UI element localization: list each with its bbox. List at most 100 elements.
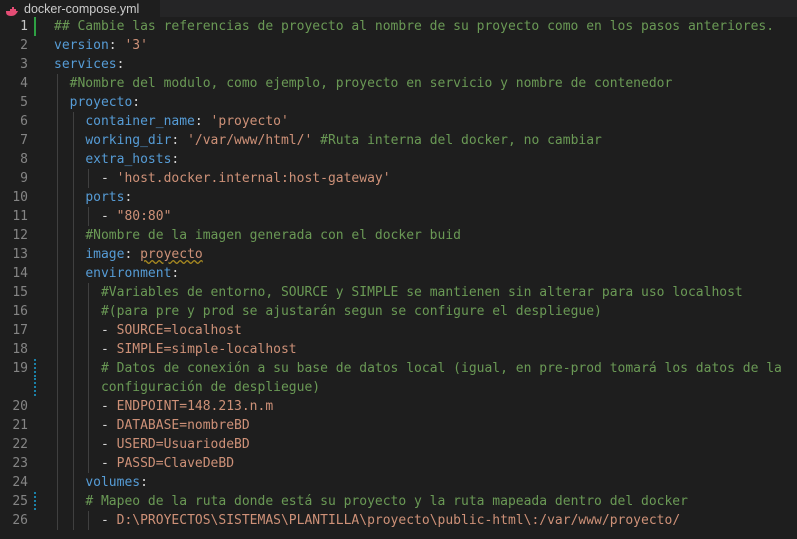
line-number: 1 (20, 19, 28, 34)
code-line[interactable]: 20 - ENDPOINT=148.213.n.m (0, 397, 797, 416)
line-number: 2 (20, 38, 28, 53)
code-line[interactable]: configuración de despliegue) (0, 378, 797, 397)
code-token: - (54, 456, 117, 471)
code-text: - DATABASE=nombreBD (54, 416, 250, 435)
code-token: configuración de despliegue) (100, 380, 321, 395)
code-token: : (124, 247, 141, 262)
code-token: # Datos de conexión a su base de datos l… (100, 361, 782, 376)
code-token: USERD=UsuariodeBD (116, 437, 250, 452)
code-line[interactable]: 21 - DATABASE=nombreBD (0, 416, 797, 435)
code-line[interactable]: 2 version: '3' (0, 36, 797, 55)
line-number: 4 (20, 76, 28, 91)
line-number: 20 (12, 399, 28, 414)
code-token: - (54, 209, 117, 224)
code-line[interactable]: 5 proyecto: (0, 93, 797, 112)
code-line[interactable]: 9 - 'host.docker.internal:host-gateway' (0, 169, 797, 188)
code-token: - (54, 437, 117, 452)
code-line[interactable]: 11 - "80:80" (0, 207, 797, 226)
line-number: 21 (12, 418, 28, 433)
code-text: version: '3' (54, 36, 148, 55)
code-token: - (54, 418, 117, 433)
code-token: - (54, 171, 117, 186)
line-number: 17 (12, 323, 28, 338)
code-token: image (85, 247, 125, 262)
code-token: #Nombre de la imagen generada con el doc… (85, 228, 461, 243)
code-line[interactable]: 8 extra_hosts: (0, 150, 797, 169)
code-line[interactable]: 16 #(para pre y prod se ajustarán segun … (0, 302, 797, 321)
code-line[interactable]: 17 - SOURCE=localhost (0, 321, 797, 340)
gutter-change-marker[interactable] (34, 378, 36, 397)
code-line[interactable]: 13 image: proyecto (0, 245, 797, 264)
code-token: proyecto (140, 247, 203, 262)
code-text: - ENDPOINT=148.213.n.m (54, 397, 273, 416)
code-line[interactable]: 7 working_dir: '/var/www/html/' #Ruta in… (0, 131, 797, 150)
code-token: #(para pre y prod se ajustarán segun se … (100, 304, 602, 319)
code-line[interactable]: 14 environment: (0, 264, 797, 283)
code-token: : (140, 475, 148, 490)
code-token: 'proyecto' (210, 114, 289, 129)
code-line[interactable]: 19 # Datos de conexión a su base de dato… (0, 359, 797, 378)
line-number: 7 (20, 133, 28, 148)
code-line[interactable]: 6 container_name: 'proyecto' (0, 112, 797, 131)
line-number: 18 (12, 342, 28, 357)
line-number: 3 (20, 57, 28, 72)
code-token: : (171, 152, 180, 167)
code-line[interactable]: 4 #Nombre del modulo, como ejemplo, proy… (0, 74, 797, 93)
line-number: 5 (20, 95, 28, 110)
code-token: - (54, 399, 117, 414)
code-token: '3' (124, 38, 148, 53)
code-token: #Ruta interna del docker, no cambiar (320, 133, 602, 148)
code-token: D:\PROYECTOS\SISTEMAS\PLANTILLA\proyecto… (116, 513, 681, 528)
gutter-change-marker[interactable] (34, 492, 36, 511)
code-token: services (54, 57, 117, 72)
code-text: - PASSD=ClaveDeBD (54, 454, 234, 473)
code-text: volumes: (54, 473, 148, 492)
line-number: 11 (12, 209, 28, 224)
code-token: PASSD=ClaveDeBD (116, 456, 235, 471)
code-text: - USERD=UsuariodeBD (54, 435, 250, 454)
docker-whale-icon (5, 3, 19, 16)
code-token: : (124, 190, 133, 205)
code-line[interactable]: 25 # Mapeo de la ruta donde está su proy… (0, 492, 797, 511)
code-text: services: (54, 55, 124, 74)
line-number: 15 (12, 285, 28, 300)
code-line[interactable]: 1 ## Cambie las referencias de proyecto a… (0, 17, 797, 36)
code-line[interactable]: 24 volumes: (0, 473, 797, 492)
code-line[interactable]: 15 #Variables de entorno, SOURCE y SIMPL… (0, 283, 797, 302)
code-line[interactable]: 18 - SIMPLE=simple-localhost (0, 340, 797, 359)
line-number: 13 (12, 247, 28, 262)
code-line[interactable]: 12 #Nombre de la imagen generada con el … (0, 226, 797, 245)
code-line[interactable]: 22 - USERD=UsuariodeBD (0, 435, 797, 454)
code-text: working_dir: '/var/www/html/' #Ruta inte… (54, 131, 602, 150)
code-editor[interactable]: 1 ## Cambie las referencias de proyecto a… (0, 17, 797, 539)
gutter-change-marker[interactable] (34, 359, 36, 378)
tab-title: docker-compose.yml (24, 1, 140, 16)
code-text: # Mapeo de la ruta donde está su proyect… (54, 492, 688, 511)
tab-bar: docker-compose.yml (0, 0, 797, 17)
code-token: ports (85, 190, 125, 205)
line-number: 19 (12, 361, 28, 376)
code-token: "80:80" (116, 209, 172, 224)
code-text: configuración de despliegue) (54, 378, 320, 397)
code-line[interactable]: 26 - D:\PROYECTOS\SISTEMAS\PLANTILLA\pro… (0, 511, 797, 530)
tab-docker-compose[interactable]: docker-compose.yml (0, 0, 160, 17)
code-token: SOURCE=localhost (116, 323, 242, 338)
code-line[interactable]: 10 ports: (0, 188, 797, 207)
code-text: container_name: 'proyecto' (54, 112, 289, 131)
line-number: 24 (12, 475, 28, 490)
code-line[interactable]: 3 services: (0, 55, 797, 74)
code-token: '/var/www/html/' (187, 133, 313, 148)
code-line[interactable]: 23 - PASSD=ClaveDeBD (0, 454, 797, 473)
code-text: - 'host.docker.internal:host-gateway' (54, 169, 391, 188)
line-number: 23 (12, 456, 28, 471)
code-token: : (108, 38, 125, 53)
line-number: 25 (12, 494, 28, 509)
code-token: #Nombre del modulo, como ejemplo, proyec… (69, 76, 673, 91)
gutter-change-marker[interactable] (34, 17, 36, 36)
code-token: 'host.docker.internal:host-gateway' (116, 171, 391, 186)
